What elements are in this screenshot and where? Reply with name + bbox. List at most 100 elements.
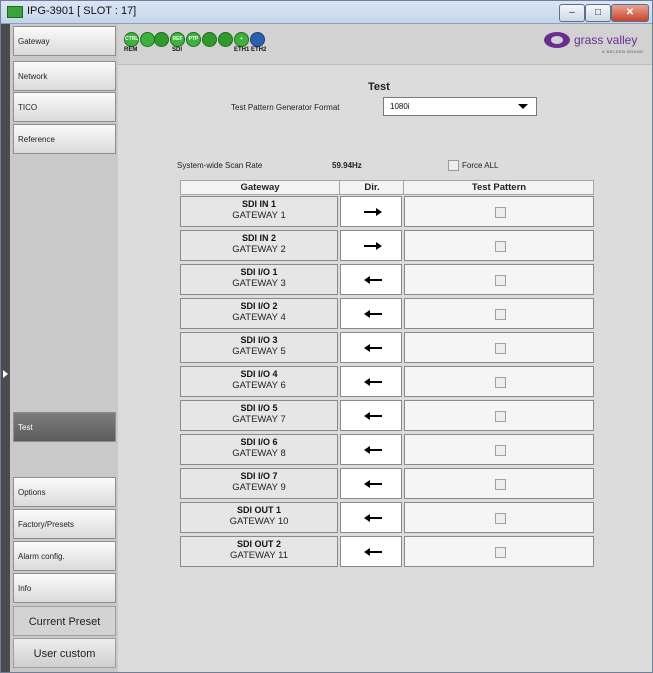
- arrow-right-icon: [364, 208, 382, 216]
- user-custom-button[interactable]: User custom: [13, 638, 116, 668]
- test-pattern-checkbox[interactable]: [495, 445, 506, 456]
- test-pattern-checkbox[interactable]: [495, 343, 506, 354]
- logo-subtitle: A BELDEN BRAND: [602, 49, 644, 54]
- sdi-status-icon-1[interactable]: [140, 32, 155, 47]
- gateway-cell: SDI OUT 2 GATEWAY 11: [180, 536, 338, 567]
- grass-valley-logo: grass valley A BELDEN BRAND: [544, 30, 648, 58]
- arrow-left-icon: [364, 412, 382, 420]
- table-row: SDI I/O 3 GATEWAY 5: [180, 331, 594, 365]
- table-row: SDI I/O 5 GATEWAY 7: [180, 399, 594, 433]
- test-pattern-checkbox[interactable]: [495, 479, 506, 490]
- test-pattern-checkbox[interactable]: [495, 309, 506, 320]
- test-pattern-cell: [404, 264, 594, 295]
- port-name: SDI I/O 6: [240, 437, 278, 447]
- add-status-icon[interactable]: +: [234, 32, 249, 47]
- expand-arrow-icon[interactable]: [3, 370, 8, 378]
- sidebar-item-alarm-config[interactable]: Alarm config.: [13, 541, 116, 571]
- arrow-left-icon: [364, 378, 382, 386]
- direction-cell: [340, 196, 402, 227]
- test-pattern-cell: [404, 366, 594, 397]
- direction-cell: [340, 298, 402, 329]
- test-pattern-checkbox[interactable]: [495, 241, 506, 252]
- gateway-name: GATEWAY 8: [232, 448, 286, 459]
- sidebar-item-reference[interactable]: Reference: [13, 124, 116, 154]
- arrow-left-icon: [364, 446, 382, 454]
- test-pattern-cell: [404, 230, 594, 261]
- title-bar[interactable]: IPG-3901 [ SLOT : 17] – □ ✕: [1, 1, 652, 24]
- gateway-name: GATEWAY 4: [232, 312, 286, 323]
- status-bar: CTRL REF PTP + REM SDI ETH1 ETH2 grass v…: [118, 24, 652, 65]
- direction-cell: [340, 366, 402, 397]
- gateway-name: GATEWAY 6: [232, 380, 286, 391]
- ctrl-status-icon[interactable]: CTRL: [124, 32, 139, 47]
- gateway-name: GATEWAY 7: [232, 414, 286, 425]
- arrow-left-icon: [364, 344, 382, 352]
- eth2-status-icon[interactable]: [218, 32, 233, 47]
- direction-cell: [340, 230, 402, 261]
- ref-status-icon[interactable]: REF: [170, 32, 185, 47]
- eth1-status-icon[interactable]: [202, 32, 217, 47]
- test-pattern-cell: [404, 468, 594, 499]
- minimize-button[interactable]: –: [559, 4, 585, 22]
- arrow-right-icon: [364, 242, 382, 250]
- header-dir: Dir.: [339, 181, 404, 194]
- header-gateway: Gateway: [240, 182, 280, 193]
- table-row: SDI I/O 4 GATEWAY 6: [180, 365, 594, 399]
- current-preset-button[interactable]: Current Preset: [13, 606, 116, 636]
- test-pattern-checkbox[interactable]: [495, 377, 506, 388]
- arrow-left-icon: [364, 514, 382, 522]
- table-row: SDI IN 1 GATEWAY 1: [180, 195, 594, 229]
- test-pattern-cell: [404, 298, 594, 329]
- sidebar-item-network[interactable]: Network: [13, 61, 116, 91]
- gateway-cell: SDI I/O 4 GATEWAY 6: [180, 366, 338, 397]
- gateway-name: GATEWAY 10: [229, 516, 289, 527]
- tpg-format-label: Test Pattern Generator Format: [231, 103, 340, 112]
- force-all-checkbox[interactable]: [448, 160, 459, 171]
- gateway-cell: SDI IN 2 GATEWAY 2: [180, 230, 338, 261]
- window-title: IPG-3901 [ SLOT : 17]: [27, 5, 137, 17]
- test-panel: Test Test Pattern Generator Format 1080i…: [118, 65, 652, 672]
- sidebar-item-options[interactable]: Options: [13, 477, 116, 507]
- test-pattern-cell: [404, 502, 594, 533]
- arrow-left-icon: [364, 548, 382, 556]
- collapse-strip[interactable]: [1, 24, 10, 672]
- gateway-name: GATEWAY 3: [232, 278, 286, 289]
- port-name: SDI I/O 7: [240, 471, 278, 481]
- sidebar-item-factory-presets[interactable]: Factory/Presets: [13, 509, 116, 539]
- rem-label: REM: [124, 47, 138, 53]
- sidebar-item-gateway[interactable]: Gateway: [13, 26, 116, 56]
- eth-label: ETH1 ETH2: [234, 47, 267, 53]
- app-icon: [7, 6, 23, 18]
- sync-status-icon[interactable]: [250, 32, 265, 47]
- close-button[interactable]: ✕: [611, 4, 649, 22]
- ptp-status-icon[interactable]: PTP: [186, 32, 201, 47]
- test-pattern-checkbox[interactable]: [495, 207, 506, 218]
- gateway-cell: SDI I/O 5 GATEWAY 7: [180, 400, 338, 431]
- test-pattern-checkbox[interactable]: [495, 411, 506, 422]
- table-row: SDI OUT 2 GATEWAY 11: [180, 535, 594, 569]
- dropdown-arrow-icon[interactable]: [518, 104, 528, 109]
- sidebar-item-test[interactable]: Test: [13, 412, 116, 442]
- test-pattern-cell: [404, 536, 594, 567]
- port-name: SDI IN 2: [241, 233, 276, 243]
- arrow-left-icon: [364, 480, 382, 488]
- tpg-format-select[interactable]: 1080i: [383, 97, 537, 116]
- sidebar-item-tico[interactable]: TICO: [13, 92, 116, 122]
- test-pattern-cell: [404, 434, 594, 465]
- sdi-label: SDI: [172, 47, 183, 53]
- arrow-left-icon: [364, 310, 382, 318]
- port-name: SDI I/O 4: [240, 369, 278, 379]
- port-name: SDI I/O 2: [240, 301, 278, 311]
- sidebar-item-info[interactable]: Info: [13, 573, 116, 603]
- test-pattern-cell: [404, 332, 594, 363]
- test-pattern-checkbox[interactable]: [495, 513, 506, 524]
- gateway-name: GATEWAY 1: [232, 210, 286, 221]
- sdi-status-icon-2[interactable]: [154, 32, 169, 47]
- test-pattern-checkbox[interactable]: [495, 275, 506, 286]
- app-window: IPG-3901 [ SLOT : 17] – □ ✕ Gateway Netw…: [0, 0, 653, 673]
- test-pattern-checkbox[interactable]: [495, 547, 506, 558]
- table-row: SDI I/O 6 GATEWAY 8: [180, 433, 594, 467]
- gateway-name: GATEWAY 2: [232, 244, 286, 255]
- maximize-button[interactable]: □: [585, 4, 611, 22]
- direction-cell: [340, 536, 402, 567]
